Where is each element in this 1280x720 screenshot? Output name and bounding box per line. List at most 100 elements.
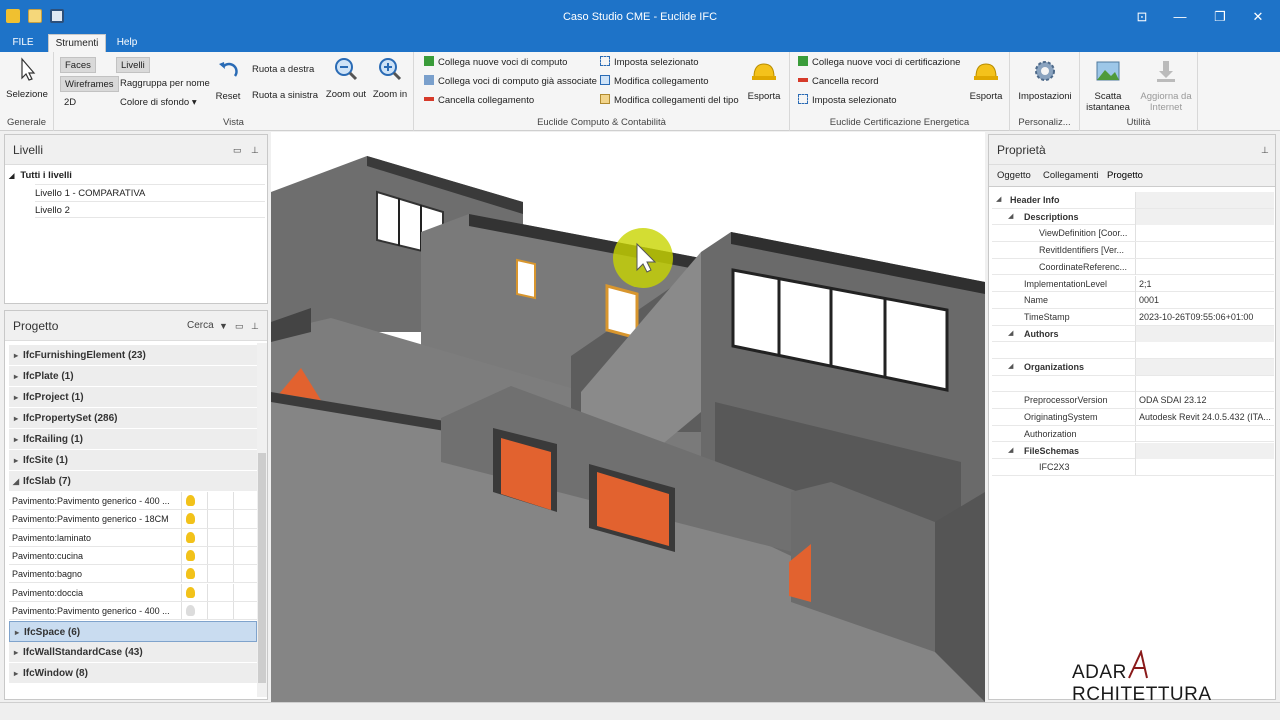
lightbulb-icon[interactable] [186,513,195,525]
tab-strumenti[interactable]: Strumenti [48,34,106,52]
colore-sfondo-dropdown[interactable]: Colore di sfondo ▾ [120,95,197,111]
tree-group-row[interactable]: ◢ IfcSlab (7) [9,471,257,492]
tree-group-row[interactable]: ▸ IfcWallStandardCase (43) [9,642,257,664]
property-row[interactable]: IFC2X3 [992,459,1274,476]
property-value[interactable] [1135,342,1274,359]
property-value[interactable] [1135,192,1274,208]
table-row[interactable]: Pavimento:doccia [9,583,257,602]
wireframes-button[interactable]: Wireframes [60,76,119,92]
reset-button[interactable]: Reset [210,58,246,102]
cerca-button[interactable]: Cerca [187,311,214,341]
property-row[interactable]: ViewDefinition [Coor... [992,225,1274,243]
property-value[interactable]: ODA SDAI 23.12 [1135,392,1274,409]
property-value[interactable] [1135,459,1274,476]
collega-voci-associate-button[interactable]: Collega voci di computo già associate [424,74,597,90]
property-value[interactable] [1135,359,1274,375]
lightbulb-icon[interactable] [186,531,195,543]
tree-group-row[interactable]: ▸ IfcPropertySet (286) [9,408,257,429]
property-value[interactable] [1135,425,1274,442]
property-value[interactable]: Autodesk Revit 24.0.5.432 (ITA... [1135,409,1274,426]
property-row[interactable]: Name 0001 [992,292,1274,309]
collega-nuove-voci-computo-button[interactable]: Collega nuove voci di computo [424,55,567,71]
property-value[interactable] [1135,325,1274,342]
property-row[interactable]: ◢ Header Info [992,192,1274,209]
tab-progetto[interactable]: Progetto [1107,170,1143,181]
property-row[interactable]: OriginatingSystem Autodesk Revit 24.0.5.4… [992,409,1274,426]
tab-help[interactable]: Help [112,34,142,52]
livello-item[interactable]: Livello 2 [35,201,265,218]
collapse-arrow-icon[interactable]: ◢ [1008,443,1013,459]
esporta-certificazione-button[interactable]: Esporta [966,58,1006,102]
lightbulb-icon[interactable] [186,604,195,616]
3d-viewport[interactable] [271,132,985,702]
minimize-panel-icon[interactable]: ▭ [235,311,244,341]
tree-group-row[interactable]: ▸ IfcSpace (6) [9,621,257,643]
property-value[interactable] [1135,242,1274,259]
esporta-computo-button[interactable]: Esporta [742,58,786,102]
zoom-out-button[interactable]: Zoom out [324,56,368,100]
property-value[interactable] [1135,258,1274,275]
collapse-arrow-icon[interactable]: ◢ [1008,359,1013,375]
table-row[interactable]: Pavimento:Pavimento generico - 18CM [9,510,257,529]
building-model[interactable] [271,132,985,702]
close-button[interactable]: ✕ [1244,6,1272,28]
tab-collegamenti[interactable]: Collegamenti [1043,170,1098,181]
lightbulb-icon[interactable] [186,568,195,580]
ruota-sinistra-button[interactable]: Ruota a sinistra [252,88,318,104]
tree-group-row[interactable]: ▸ IfcProject (1) [9,387,257,408]
imposta-selezionato-button[interactable]: Imposta selezionato [600,55,699,71]
collapse-arrow-icon[interactable]: ◢ [1008,326,1013,342]
table-row[interactable]: Pavimento:bagno [9,565,257,584]
property-value[interactable] [1135,375,1274,392]
aggiorna-internet-button[interactable]: Aggiorna da Internet [1138,58,1194,113]
livelli-root[interactable]: ◢ Tutti i livelli [9,167,72,184]
livello-item[interactable]: Livello 1 - COMPARATIVA [35,184,265,201]
property-value[interactable]: 2;1 [1135,275,1274,292]
impostazioni-button[interactable]: Impostazioni [1014,58,1076,102]
property-value[interactable]: 0001 [1135,292,1274,309]
property-row[interactable]: ◢ Authors [992,325,1274,343]
collapse-arrow-icon[interactable]: ◢ [996,192,1001,208]
tree-group-row[interactable]: ▸ IfcPlate (1) [9,366,257,387]
lightbulb-icon[interactable] [186,586,195,598]
pin-icon[interactable]: ⊥ [251,135,259,165]
property-row[interactable] [992,375,1274,393]
property-row[interactable]: ◢ Descriptions [992,208,1274,226]
maximize-button[interactable]: ❐ [1206,6,1234,28]
imposta-selezionato-cert-button[interactable]: Imposta selezionato [798,93,897,109]
table-row[interactable]: Pavimento:Pavimento generico - 400 ... [9,492,257,511]
tab-oggetto[interactable]: Oggetto [997,170,1031,181]
pin-icon[interactable]: ⊥ [251,311,259,341]
property-row[interactable]: CoordinateReferenc... [992,258,1274,276]
scroll-thumb[interactable] [258,453,266,683]
property-row[interactable] [992,342,1274,359]
collapse-arrow-icon[interactable]: ◢ [1008,209,1013,225]
property-row[interactable]: ImplementationLevel 2;1 [992,275,1274,293]
tree-group-row[interactable]: ▸ IfcSite (1) [9,450,257,471]
zoom-in-button[interactable]: Zoom in [370,56,410,100]
property-value[interactable]: 2023-10-26T09:55:06+01:00 [1135,308,1274,325]
tree-group-row[interactable]: ▸ IfcWindow (8) [9,663,257,685]
cancella-collegamento-button[interactable]: Cancella collegamento [424,93,534,109]
property-row[interactable]: PreprocessorVersion ODA SDAI 23.12 [992,392,1274,410]
table-row[interactable]: Pavimento:laminato [9,528,257,547]
property-row[interactable]: ◢ FileSchemas [992,442,1274,460]
minimize-panel-icon[interactable]: ▭ [233,135,242,165]
faces-button[interactable]: Faces [60,57,96,73]
ruota-destra-button[interactable]: Ruota a destra [252,62,314,78]
lightbulb-icon[interactable] [186,495,195,506]
restore-ribbon-icon[interactable]: ⊡ [1128,6,1156,28]
property-row[interactable]: Authorization [992,425,1274,443]
2d-button[interactable]: 2D [64,95,76,111]
modifica-collegamento-button[interactable]: Modifica collegamento [600,74,709,90]
table-row[interactable]: Pavimento:Pavimento generico - 400 ... [9,601,257,621]
property-value[interactable] [1135,208,1274,225]
property-row[interactable]: ◢ Organizations [992,359,1274,376]
property-value[interactable] [1135,442,1274,459]
property-value[interactable] [1135,225,1274,242]
table-row[interactable]: Pavimento:cucina [9,546,257,566]
scrollbar[interactable] [257,343,267,697]
cancella-record-button[interactable]: Cancella record [798,74,879,90]
scatta-istantanea-button[interactable]: Scatta istantanea [1086,58,1130,113]
property-row[interactable]: RevitIdentifiers [Ver... [992,242,1274,259]
